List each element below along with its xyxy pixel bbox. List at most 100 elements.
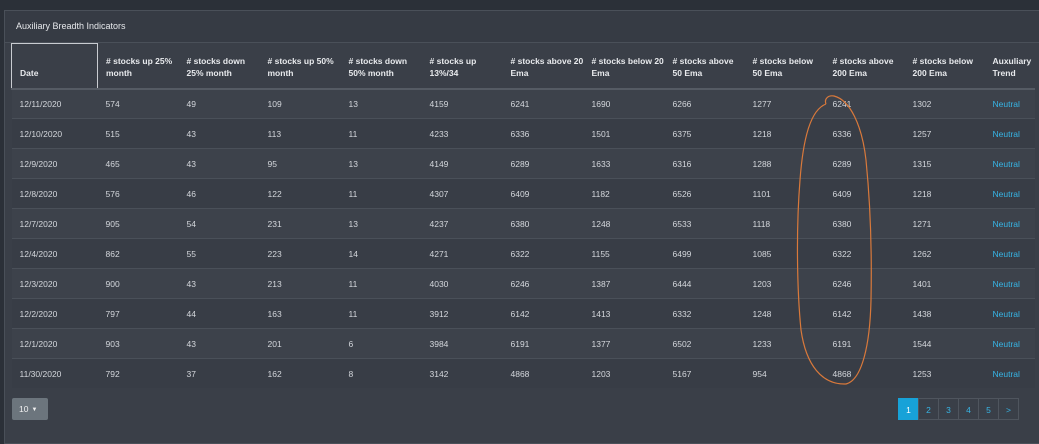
table-body: 12/11/2020 574 49 109 13 4159 6241 1690 6266 1277… — [11, 88, 1035, 388]
column-header[interactable]: # stocks above 50 Ema — [664, 43, 745, 90]
table-cell: 1690 — [583, 88, 665, 119]
next-page-button[interactable]: > — [998, 398, 1019, 420]
table-cell: 4307 — [421, 178, 503, 209]
table-cell: 43 — [178, 118, 260, 149]
header-row: Date # stocks up 25% month # stocks down 2… — [11, 43, 1035, 90]
table-cell: 4271 — [421, 238, 503, 269]
table-header: Date # stocks up 25% month # stocks down 2… — [11, 43, 1035, 90]
pagination: 1 2 3 4 5 > — [898, 398, 1019, 420]
table-row: 12/11/2020 574 49 109 13 4159 6241 1690 6266 1277… — [11, 88, 1035, 119]
table-cell: 12/8/2020 — [11, 178, 98, 209]
trend-cell[interactable]: Neutral — [984, 268, 1035, 299]
column-header[interactable]: # stocks below 20 Ema — [583, 43, 665, 90]
column-header[interactable]: # stocks up 25% month — [97, 43, 179, 90]
page-button[interactable]: 5 — [978, 398, 999, 420]
table-cell: 1501 — [583, 118, 665, 149]
column-header[interactable]: # stocks up 50% month — [259, 43, 341, 90]
table-cell: 8 — [340, 358, 422, 388]
table-row: 12/3/2020 900 43 213 11 4030 6246 1387 6444 1203 6… — [11, 268, 1035, 299]
table-cell: 1271 — [904, 208, 985, 239]
trend-cell[interactable]: Neutral — [984, 88, 1035, 119]
breadth-table-wrapper: Date # stocks up 25% month # stocks down 2… — [11, 43, 1035, 388]
table-cell: 12/10/2020 — [11, 118, 98, 149]
trend-cell[interactable]: Neutral — [984, 148, 1035, 179]
trend-cell[interactable]: Neutral — [984, 178, 1035, 209]
table-cell: 1633 — [583, 148, 665, 179]
table-cell: 231 — [259, 208, 341, 239]
table-cell: 43 — [178, 148, 260, 179]
table-cell: 1387 — [583, 268, 665, 299]
table-cell: 122 — [259, 178, 341, 209]
column-header[interactable]: # stocks below 200 Ema — [904, 43, 985, 90]
column-header[interactable]: # stocks up 13%/34 — [421, 43, 503, 90]
column-header[interactable]: # stocks above 200 Ema — [824, 43, 905, 90]
table-cell: 862 — [97, 238, 179, 269]
page-size-value: 10 — [19, 404, 29, 414]
table-cell: 95 — [259, 148, 341, 179]
table-cell: 1315 — [904, 148, 985, 179]
table-cell: 1233 — [744, 328, 825, 359]
table-cell: 1085 — [744, 238, 825, 269]
column-header[interactable]: Auxuliary Trend — [984, 43, 1035, 90]
table-cell: 1413 — [583, 298, 665, 329]
column-header[interactable]: # stocks below 50 Ema — [744, 43, 825, 90]
table-cell: 574 — [97, 88, 179, 119]
table-cell: 3984 — [421, 328, 503, 359]
table-cell: 1182 — [583, 178, 665, 209]
table-cell: 55 — [178, 238, 260, 269]
table-cell: 6332 — [664, 298, 745, 329]
page-size-dropdown[interactable]: 10 ▼ — [12, 398, 48, 420]
table-cell: 6499 — [664, 238, 745, 269]
trend-cell[interactable]: Neutral — [984, 208, 1035, 239]
table-cell: 12/3/2020 — [11, 268, 98, 299]
table-cell: 6246 — [824, 268, 905, 299]
table-cell: 903 — [97, 328, 179, 359]
table-cell: 4237 — [421, 208, 503, 239]
table-cell: 954 — [744, 358, 825, 388]
table-cell: 4149 — [421, 148, 503, 179]
table-cell: 1218 — [744, 118, 825, 149]
table-cell: 223 — [259, 238, 341, 269]
table-row: 12/4/2020 862 55 223 14 4271 6322 1155 6499 1085 6… — [11, 238, 1035, 269]
table-cell: 12/1/2020 — [11, 328, 98, 359]
table-cell: 1203 — [583, 358, 665, 388]
trend-cell[interactable]: Neutral — [984, 358, 1035, 388]
page-button[interactable]: 4 — [958, 398, 979, 420]
table-cell: 6502 — [664, 328, 745, 359]
trend-cell[interactable]: Neutral — [984, 298, 1035, 329]
page-button[interactable]: 1 — [898, 398, 919, 420]
table-cell: 6380 — [824, 208, 905, 239]
table-cell: 6336 — [502, 118, 584, 149]
table-cell: 163 — [259, 298, 341, 329]
column-header[interactable]: # stocks down 25% month — [178, 43, 260, 90]
table-cell: 1118 — [744, 208, 825, 239]
page-button[interactable]: 2 — [918, 398, 939, 420]
caret-down-icon: ▼ — [31, 406, 38, 413]
column-header[interactable]: # stocks above 20 Ema — [502, 43, 584, 90]
table-cell: 905 — [97, 208, 179, 239]
table-cell: 4233 — [421, 118, 503, 149]
table-cell: 49 — [178, 88, 260, 119]
table-cell: 792 — [97, 358, 179, 388]
table-cell: 11 — [340, 298, 422, 329]
panel-title: Auxiliary Breadth Indicators — [5, 11, 1039, 43]
table-cell: 1401 — [904, 268, 985, 299]
page-button[interactable]: 3 — [938, 398, 959, 420]
table-cell: 6289 — [824, 148, 905, 179]
trend-cell[interactable]: Neutral — [984, 238, 1035, 269]
column-header[interactable]: # stocks down 50% month — [340, 43, 422, 90]
table-cell: 515 — [97, 118, 179, 149]
table-cell: 1288 — [744, 148, 825, 179]
table-cell: 3912 — [421, 298, 503, 329]
table-cell: 6380 — [502, 208, 584, 239]
trend-cell[interactable]: Neutral — [984, 118, 1035, 149]
table-cell: 6142 — [824, 298, 905, 329]
column-header[interactable]: Date — [11, 43, 98, 90]
trend-cell[interactable]: Neutral — [984, 328, 1035, 359]
table-cell: 43 — [178, 328, 260, 359]
table-cell: 6266 — [664, 88, 745, 119]
table-cell: 5167 — [664, 358, 745, 388]
table-cell: 6191 — [824, 328, 905, 359]
table-row: 12/8/2020 576 46 122 11 4307 6409 1182 6526 1101 6… — [11, 178, 1035, 209]
table-cell: 4030 — [421, 268, 503, 299]
